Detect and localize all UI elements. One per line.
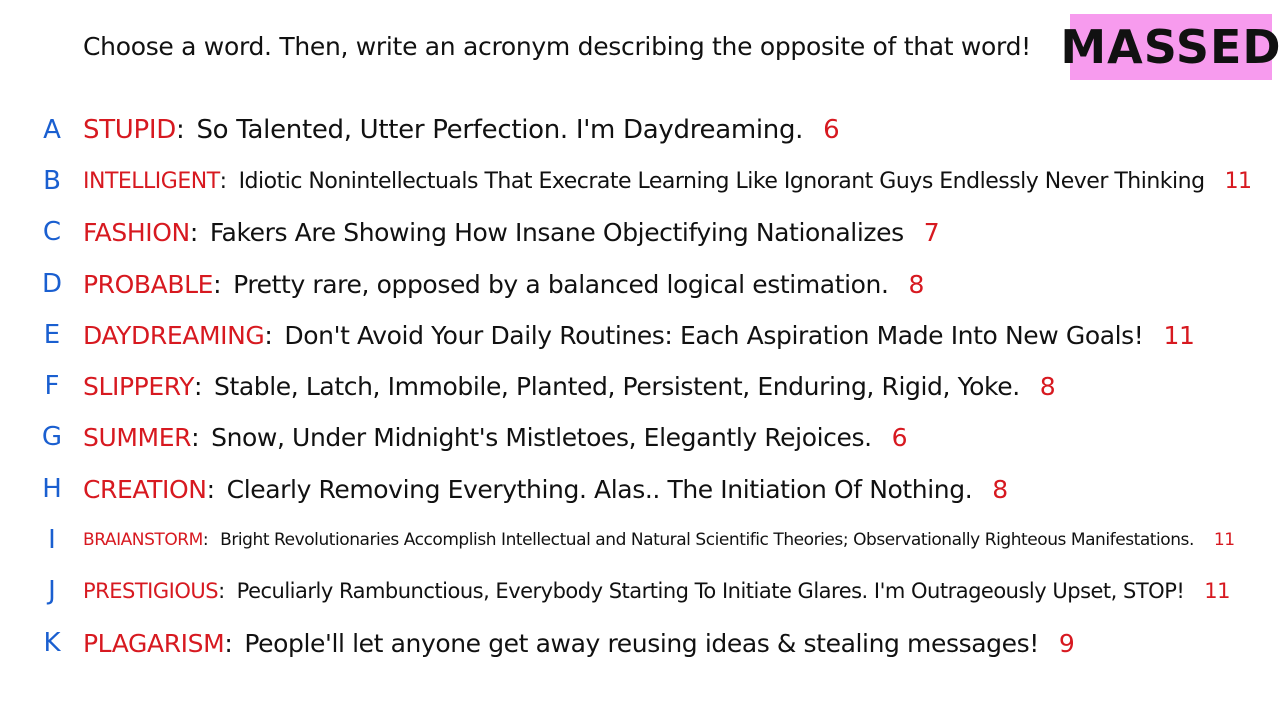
row-content: PROBABLE: Pretty rare, opposed by a balan… xyxy=(83,270,924,299)
acronym-text: Peculiarly Rambunctious, Everybody Start… xyxy=(236,579,1185,603)
target-word: DAYDREAMING xyxy=(83,320,265,350)
row-letter: C xyxy=(42,217,62,247)
row-content: PRESTIGIOUS: Peculiarly Rambunctious, Eve… xyxy=(83,579,1231,603)
letter-count: 8 xyxy=(992,474,1008,504)
letter-count: 7 xyxy=(923,217,940,247)
colon-separator: : xyxy=(206,474,215,504)
colon-separator: : xyxy=(191,422,200,452)
row-content: FASHION: Fakers Are Showing How Insane Ob… xyxy=(83,217,940,247)
colon-separator: : xyxy=(189,217,198,247)
row-letter: H xyxy=(42,474,62,504)
target-word: INTELLIGENT xyxy=(83,168,220,194)
row-content: CREATION: Clearly Removing Everything. Al… xyxy=(83,475,1008,504)
row-letter: K xyxy=(43,628,61,658)
row-letter: D xyxy=(41,269,63,299)
target-word: SLIPPERY xyxy=(83,371,194,401)
letter-count: 9 xyxy=(1058,628,1075,658)
acronym-text: Don't Avoid Your Daily Routines: Each As… xyxy=(284,320,1144,350)
row-letter: G xyxy=(41,422,63,452)
colon-separator: : xyxy=(219,168,227,194)
colon-separator: : xyxy=(218,579,225,603)
colon-separator: : xyxy=(264,320,273,350)
row-letter: F xyxy=(44,371,60,401)
row-content: SLIPPERY: Stable, Latch, Immobile, Plante… xyxy=(83,371,1056,401)
acronym-text: Pretty rare, opposed by a balanced logic… xyxy=(233,269,889,299)
row-letter: J xyxy=(48,576,56,606)
colon-separator: : xyxy=(224,628,233,658)
acronym-text: So Talented, Utter Perfection. I'm Daydr… xyxy=(196,115,804,145)
acronym-text: Stable, Latch, Immobile, Planted, Persis… xyxy=(214,371,1020,401)
target-word: CREATION xyxy=(83,474,207,504)
colon-separator: : xyxy=(202,530,209,550)
acronym-text: Clearly Removing Everything. Alas.. The … xyxy=(226,474,973,504)
letter-count: 8 xyxy=(1039,371,1056,401)
letter-count: 11 xyxy=(1213,530,1235,550)
row-letter: I xyxy=(48,525,56,555)
letter-count: 11 xyxy=(1224,168,1253,194)
row-content: SUMMER: Snow, Under Midnight's Mistletoes… xyxy=(83,422,908,452)
target-word: BRAIANSTORM xyxy=(83,530,203,550)
target-word: STUPID xyxy=(83,115,176,145)
letter-count: 11 xyxy=(1163,320,1195,350)
letter-count: 11 xyxy=(1204,579,1231,603)
acronym-text: Snow, Under Midnight's Mistletoes, Elega… xyxy=(211,422,872,452)
target-word: PROBABLE xyxy=(83,269,214,299)
letter-count: 6 xyxy=(891,422,908,452)
target-word: FASHION xyxy=(83,217,190,247)
colon-separator: : xyxy=(213,269,222,299)
row-content: PLAGARISM: People'll let anyone get away … xyxy=(83,628,1075,658)
row-letter: A xyxy=(43,115,61,145)
row-content: BRAIANSTORM: Bright Revolutionaries Accom… xyxy=(83,530,1235,550)
massed-badge: MASSED xyxy=(1060,14,1280,80)
letter-count: 6 xyxy=(823,115,840,145)
colon-separator: : xyxy=(193,371,202,401)
target-word: SUMMER xyxy=(83,422,192,452)
acronym-text: Idiotic Nonintellectuals That Execrate L… xyxy=(238,168,1206,194)
colon-separator: : xyxy=(175,115,185,145)
acronym-text: Bright Revolutionaries Accomplish Intell… xyxy=(220,530,1194,550)
row-content: INTELLIGENT: Idiotic Nonintellectuals Tha… xyxy=(83,169,1252,194)
target-word: PLAGARISM xyxy=(83,628,225,658)
letter-count: 8 xyxy=(908,269,925,299)
row-letter: B xyxy=(43,166,61,196)
instruction-text: Choose a word. Then, write an acronym de… xyxy=(83,32,1031,61)
target-word: PRESTIGIOUS xyxy=(83,579,219,603)
acronym-text: Fakers Are Showing How Insane Objectifyi… xyxy=(209,217,904,247)
acronym-text: People'll let anyone get away reusing id… xyxy=(244,628,1039,658)
row-letter: E xyxy=(43,320,61,350)
row-content: STUPID: So Talented, Utter Perfection. I'… xyxy=(83,115,840,145)
row-content: DAYDREAMING: Don't Avoid Your Daily Routi… xyxy=(83,320,1195,350)
